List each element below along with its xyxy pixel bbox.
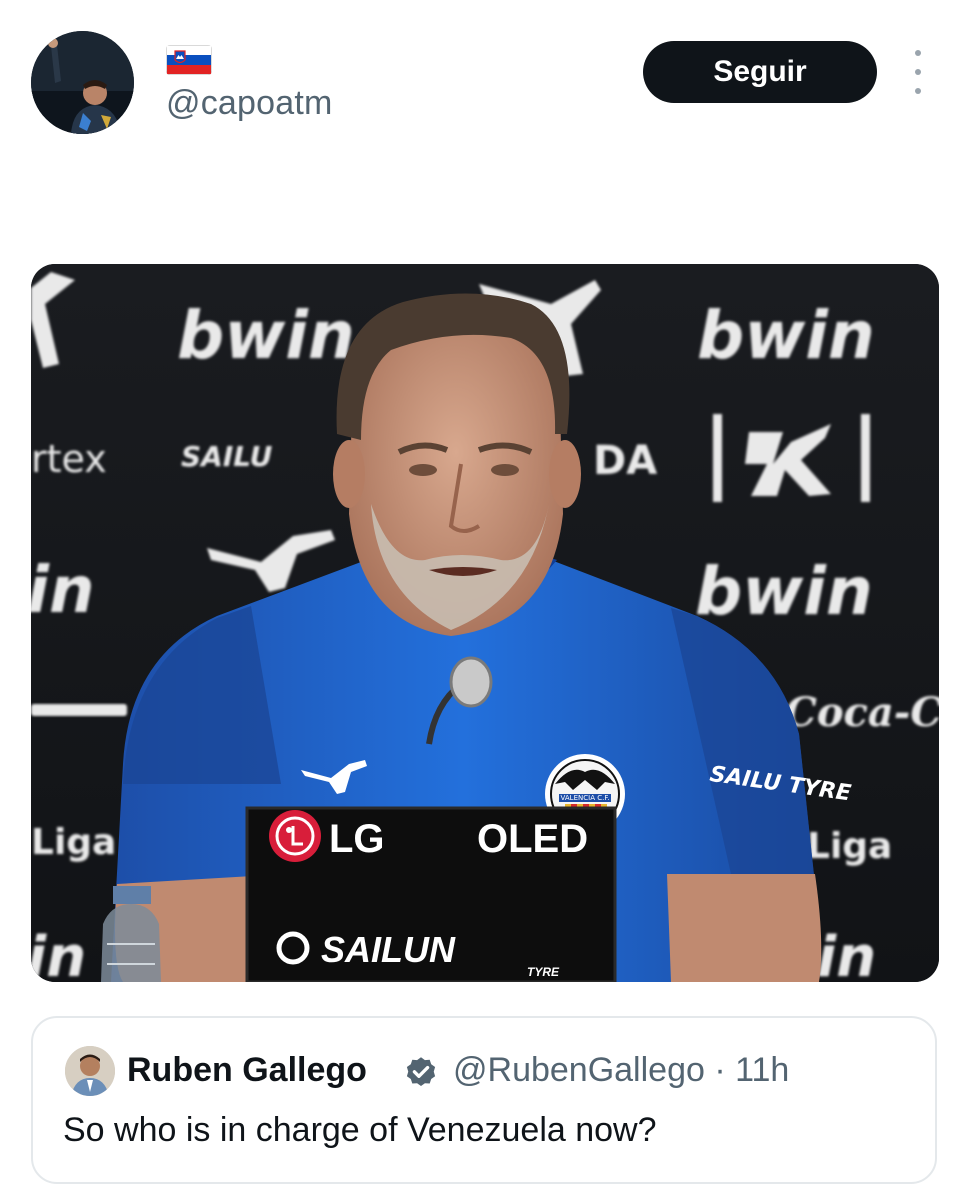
lg-oled-sign: LG OLED SAILUN TYRE [245, 806, 617, 982]
sign-brand-text: LG [329, 817, 385, 861]
author-handle[interactable]: @capoatm [166, 84, 333, 123]
quoted-handle-time: @RubenGallego · 11h [453, 1051, 790, 1089]
backdrop-text: DA [593, 438, 657, 484]
sign-sponsor-text: SAILUN [321, 929, 456, 970]
backdrop-text: bwin [697, 297, 875, 374]
quoted-post-text: So who is in charge of Venezuela now? [63, 1111, 657, 1149]
sign-sponsor-sub-text: TYRE [527, 965, 560, 979]
sign-product-text: OLED [477, 817, 588, 861]
backdrop-text: Coca-Cola [785, 689, 939, 736]
backdrop-text: bwin [177, 297, 355, 374]
svg-text:VALENCIA C.F.: VALENCIA C.F. [561, 794, 610, 802]
backdrop-text: Liga [807, 826, 892, 867]
press-conference-photo: bwin bwin bwin in rtex SAILU DA in in Li… [31, 264, 939, 982]
quoted-author-avatar[interactable] [65, 1046, 115, 1096]
backdrop-text: Liga [31, 822, 116, 863]
backdrop-text: rtex [31, 437, 107, 481]
quoted-user-avatar-photo [65, 1046, 115, 1096]
verified-badge-icon [406, 1057, 436, 1087]
microphone-icon [449, 656, 493, 708]
user-avatar-photo [31, 31, 134, 134]
quoted-post-card[interactable]: Ruben Gallego @RubenGallego · 11h So who… [31, 1016, 937, 1184]
backdrop-text: in [31, 925, 86, 982]
quoted-author-name[interactable]: Ruben Gallego [127, 1051, 367, 1090]
backdrop-text: SAILU [181, 440, 273, 473]
backdrop-text: in [817, 925, 876, 982]
slovenia-flag-icon [166, 45, 212, 75]
more-options-vertical-icon[interactable] [905, 50, 931, 94]
backdrop-text: bwin [695, 553, 873, 630]
author-avatar[interactable] [31, 31, 134, 134]
post-media-photo[interactable]: bwin bwin bwin in rtex SAILU DA in in Li… [31, 264, 939, 982]
follow-button[interactable]: Seguir [643, 41, 877, 103]
backdrop-text: in [31, 554, 95, 628]
